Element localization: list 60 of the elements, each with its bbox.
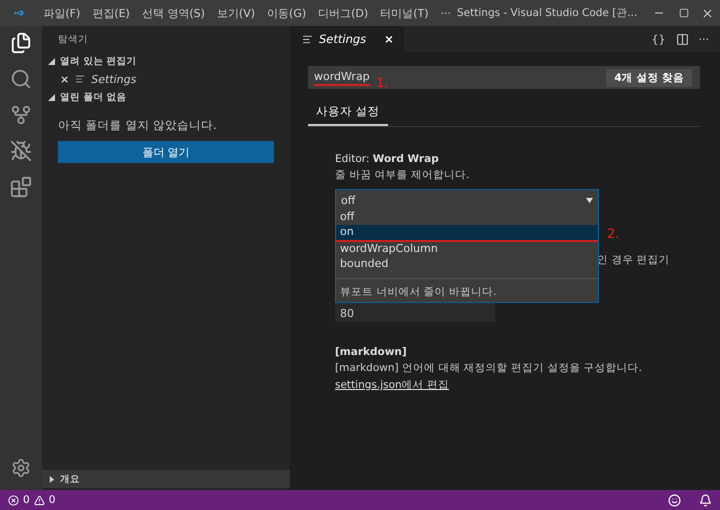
option-description: 뷰포트 너비에서 줄이 바뀝니다. [336, 278, 598, 302]
branch-icon[interactable] [10, 104, 32, 126]
split-icon[interactable] [676, 32, 688, 46]
menu-item[interactable]: 선택 영역(S) [136, 6, 211, 20]
edit-link[interactable]: settings.json에서 편집 [335, 379, 450, 391]
dropdown-option[interactable]: wordWrapColumn [336, 242, 598, 257]
dropdown-option[interactable]: off [336, 210, 598, 225]
sidebar-title: 탐색기 [57, 32, 89, 46]
lines-icon [302, 34, 313, 44]
section-header[interactable]: 열려 있는 편집기 [42, 52, 290, 70]
bell-icon[interactable] [699, 494, 712, 506]
window-title: Settings - Visual Studio Code [관... [457, 6, 638, 20]
menu-item[interactable]: 이동(G) [261, 6, 312, 20]
annotation-number: 2. [607, 227, 620, 242]
section-title: [markdown] [335, 346, 408, 358]
menu-item[interactable]: 보기(V) [210, 6, 262, 20]
setting-label: Editor: Word Wrap [335, 153, 440, 165]
section-header[interactable]: 열린 폴더 없음 [42, 88, 290, 106]
number-field[interactable]: 80 [335, 302, 495, 322]
more-action[interactable]: ··· [694, 32, 714, 46]
close-mark[interactable]: × [384, 32, 394, 46]
scope-tab[interactable]: 사용자 설정 [308, 99, 388, 126]
expanded-icon [48, 58, 55, 64]
close-icon[interactable] [701, 6, 714, 20]
dropdown-icon [586, 196, 593, 204]
expanded-icon [48, 94, 55, 100]
search-icon[interactable] [10, 68, 32, 90]
json-action[interactable]: {} [646, 32, 670, 46]
maximize-icon[interactable] [678, 8, 689, 18]
section-description: [markdown] 언어에 대해 재정의할 편집기 설정을 구성합니다. [335, 361, 643, 375]
editor-tab[interactable]: Settings × [290, 26, 404, 52]
dropdown-option[interactable]: on [336, 225, 598, 242]
annotation-number: 1. [376, 76, 388, 91]
empty-message: 아직 폴더를 열지 않았습니다. [57, 117, 218, 134]
dropdown-option[interactable]: bounded [336, 257, 598, 272]
menu-item[interactable]: 디버그(D) [312, 6, 374, 20]
close-mark[interactable]: × [60, 72, 70, 86]
select-value: off [341, 194, 356, 206]
smiley-icon[interactable] [668, 494, 681, 506]
lines-icon [75, 74, 86, 84]
bug-icon[interactable] [10, 140, 32, 162]
setting-description: 줄 바꿈 여부를 제어합니다. [335, 168, 470, 182]
open-editor-item[interactable]: Settings [91, 72, 136, 86]
menu-item[interactable]: 터미널(T) [374, 6, 435, 20]
files-icon[interactable] [10, 32, 32, 54]
search-field[interactable]: wordWrap 1. 4개 설정 찾음 [308, 66, 700, 89]
error-icon[interactable] [8, 494, 19, 506]
section-header[interactable]: 개요 [42, 470, 290, 488]
blocks-icon[interactable] [10, 176, 32, 198]
menu-item[interactable]: 파일(F) [37, 6, 86, 20]
error-count[interactable]: 0 [23, 494, 30, 506]
warning-count[interactable]: 0 [48, 494, 56, 506]
warning-icon[interactable] [34, 494, 45, 506]
open-folder-button[interactable]: 폴더 열기 [58, 141, 274, 163]
select-dropdown[interactable]: off [335, 189, 599, 211]
menu-item[interactable]: ··· [434, 6, 458, 20]
collapsed-icon [48, 476, 55, 482]
result-count: 4개 설정 찾음 [606, 68, 692, 86]
settings-icon[interactable] [11, 458, 31, 478]
menu-item[interactable]: 편집(E) [86, 6, 136, 20]
